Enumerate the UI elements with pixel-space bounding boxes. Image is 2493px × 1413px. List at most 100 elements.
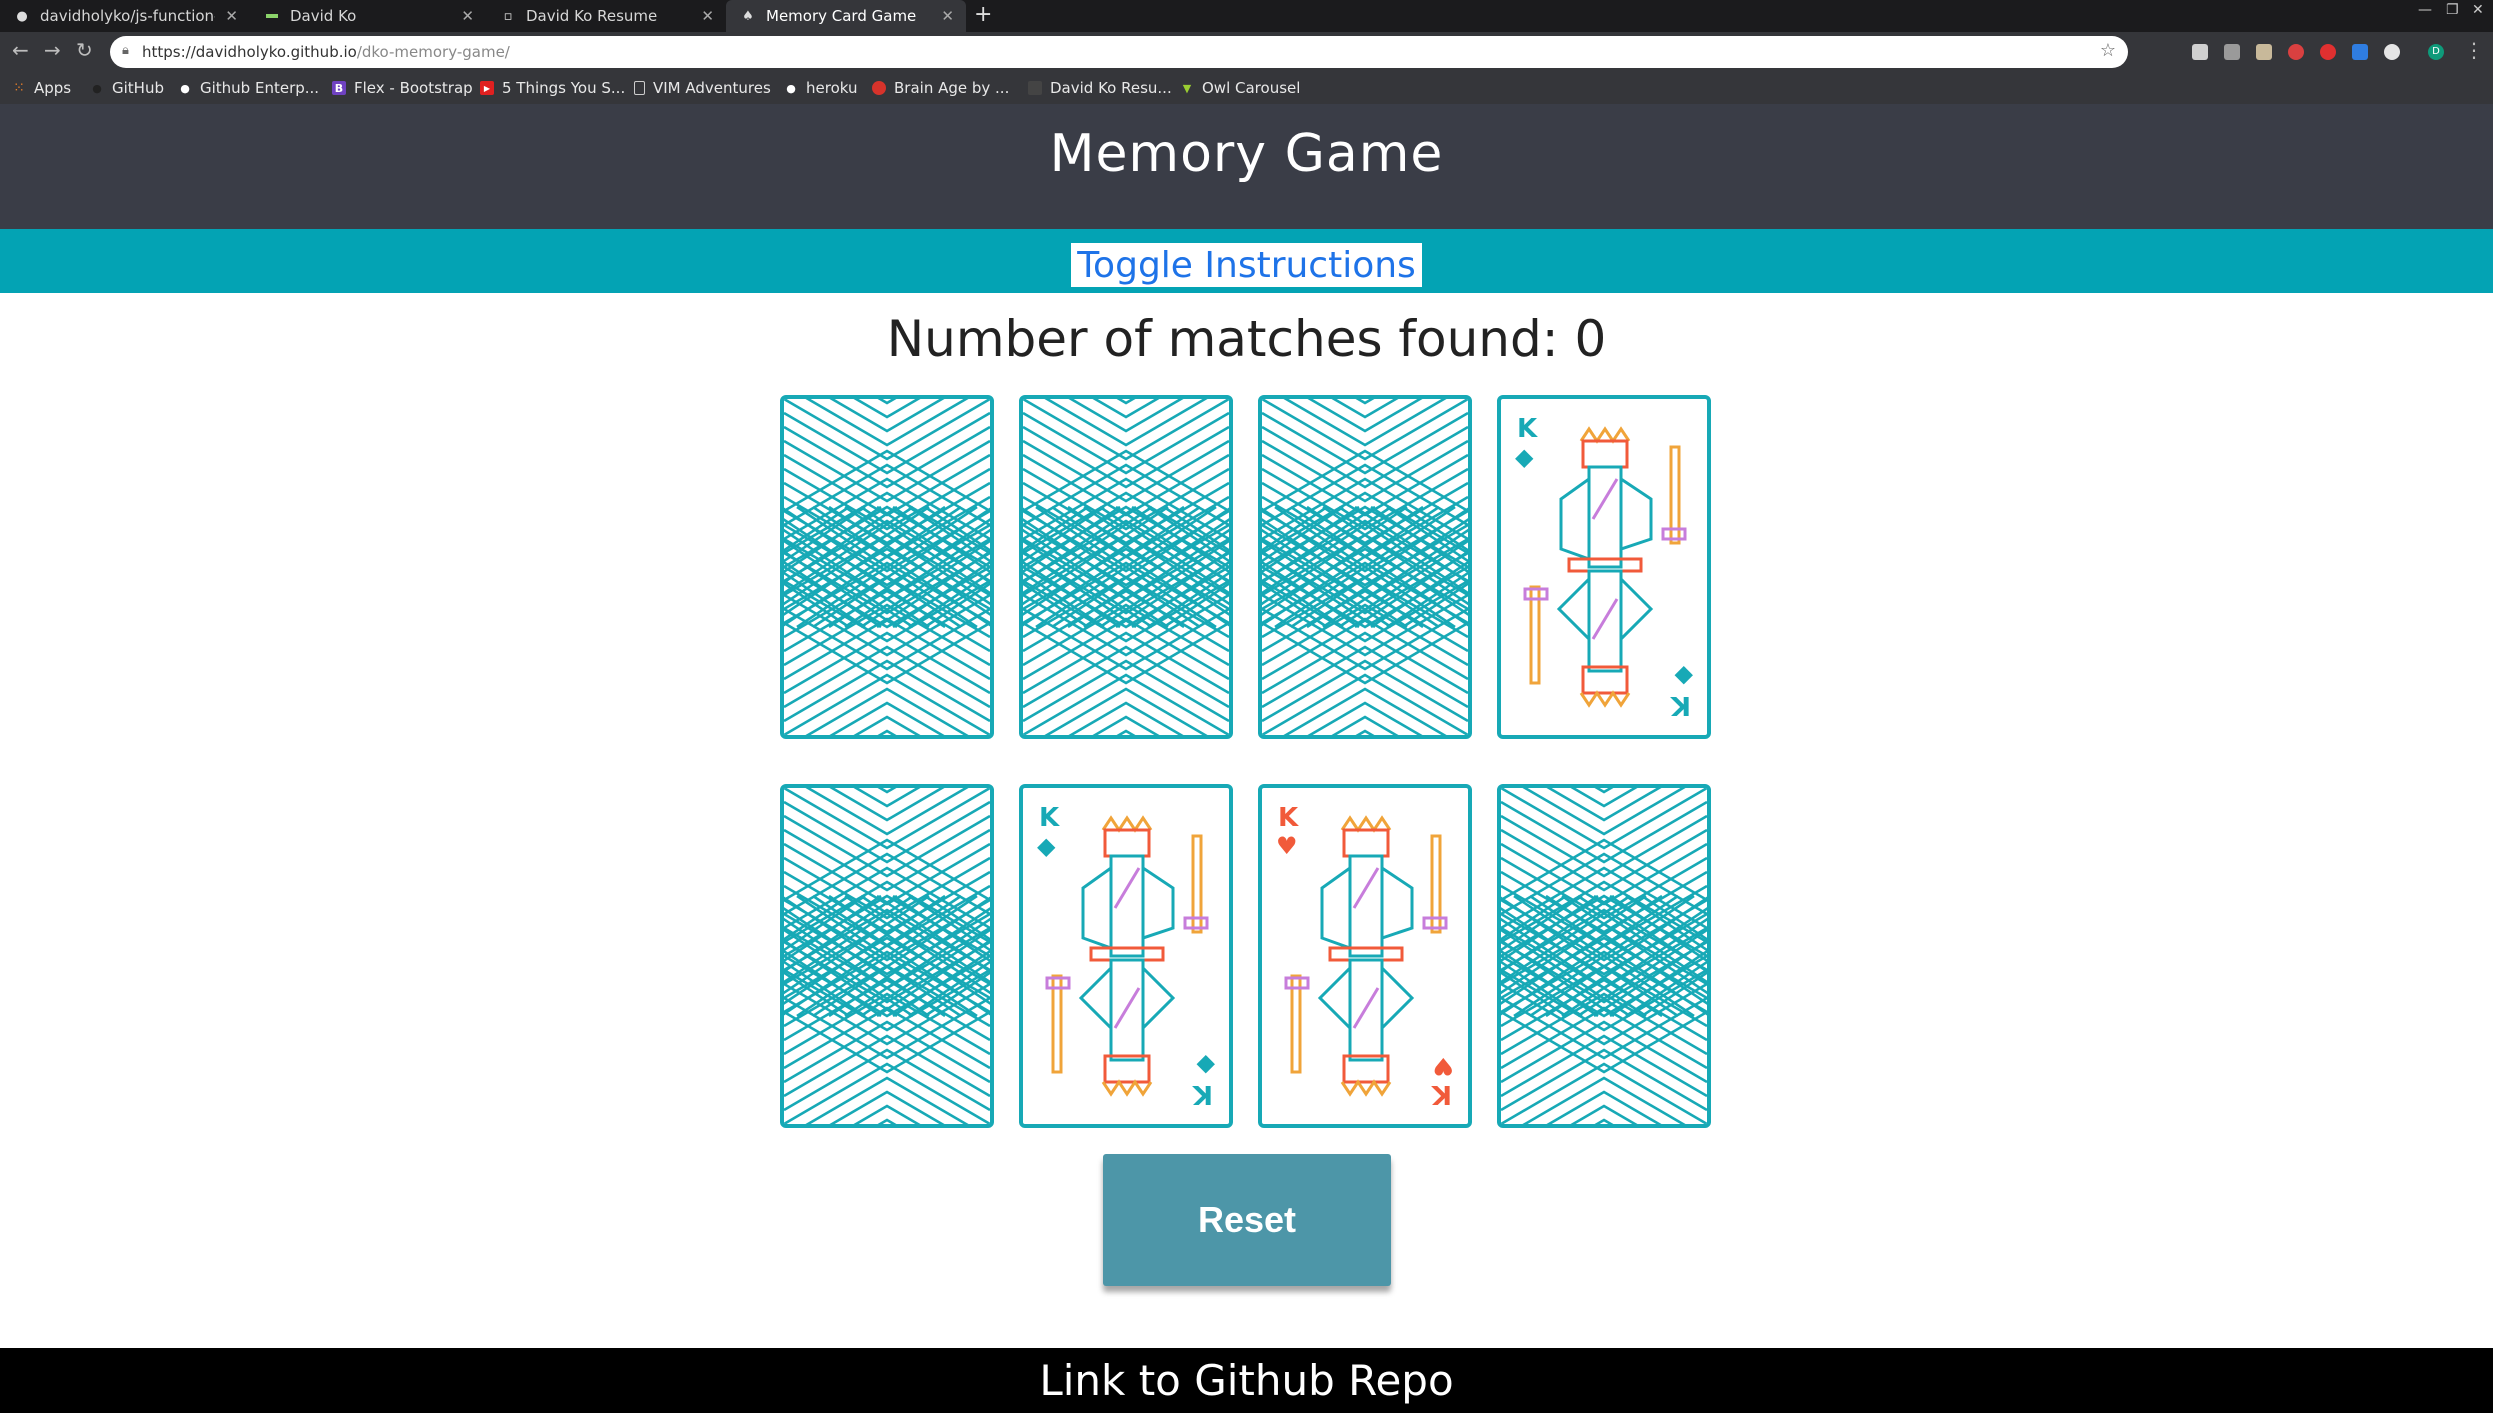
- card-back-art: [784, 788, 990, 1124]
- bookmark-label: Github Enterp...: [200, 79, 320, 97]
- heart-icon: ♥: [1432, 1052, 1454, 1080]
- card-back-pattern: [1501, 788, 1707, 1124]
- browser-tab-3[interactable]: ▫ David Ko Resume ✕: [486, 0, 726, 32]
- card-back-art: [1023, 399, 1229, 735]
- spade-icon: ♠: [742, 8, 754, 24]
- king-card-art: K◆K◆: [1037, 803, 1215, 1109]
- king-figure: [1523, 426, 1687, 708]
- minimize-icon[interactable]: —: [2418, 2, 2432, 18]
- close-tab-icon[interactable]: ✕: [701, 7, 714, 25]
- card-back-pattern: [1262, 399, 1468, 735]
- card-rank-top: K: [1517, 414, 1538, 444]
- page-icon: [634, 81, 645, 95]
- card-face-up[interactable]: K ◆ K ◆: [1497, 395, 1711, 739]
- card-face-down[interactable]: [1497, 784, 1711, 1128]
- bookmark-brain-age[interactable]: Brain Age by ...: [872, 72, 1009, 104]
- card-rank-top: K: [1278, 803, 1299, 833]
- diamond-icon: ◆: [1196, 1052, 1215, 1080]
- close-tab-icon[interactable]: ✕: [461, 7, 474, 25]
- dropbox-icon[interactable]: [2352, 44, 2368, 60]
- bookmark-label: Apps: [34, 79, 72, 97]
- lock-icon: 🔒︎: [122, 43, 129, 58]
- brain-icon: [872, 81, 886, 95]
- profile-avatar[interactable]: D: [2428, 44, 2444, 60]
- tab-title: David Ko Resume: [526, 7, 658, 25]
- restore-icon[interactable]: ❐: [2446, 2, 2459, 18]
- new-tab-icon[interactable]: +: [974, 2, 992, 27]
- close-tab-icon[interactable]: ✕: [941, 7, 954, 25]
- bookmark-label: heroku: [806, 79, 858, 97]
- toggle-instructions-button[interactable]: Toggle Instructions: [1071, 243, 1422, 287]
- github-icon: ●: [786, 81, 796, 95]
- bookmark-label: Flex - Bootstrap: [354, 79, 473, 97]
- page-header: Memory Game: [0, 104, 2493, 229]
- king-figure: [1284, 815, 1448, 1097]
- browser-toolbar: ← → ↻ 🔒︎ https://davidholyko.github.io/d…: [0, 32, 2493, 72]
- back-icon[interactable]: ←: [12, 38, 29, 62]
- bookmark-resume[interactable]: David Ko Resu...: [1028, 72, 1172, 104]
- extension-stop-icon[interactable]: [2320, 44, 2336, 60]
- apps-grid-icon: ⁙: [13, 80, 25, 96]
- owl-icon: ▼: [1182, 81, 1192, 95]
- extension-red-icon[interactable]: [2288, 44, 2304, 60]
- bookmark-heroku[interactable]: ● heroku: [784, 72, 857, 104]
- doc-icon: [1028, 81, 1042, 95]
- bookmark-apps[interactable]: ⁙ Apps: [12, 72, 71, 104]
- tab-title: David Ko: [290, 7, 357, 25]
- bookmark-star-icon[interactable]: ☆: [2100, 40, 2116, 61]
- card-back-pattern: [1023, 399, 1229, 735]
- card-face-up[interactable]: K ◆ K ◆: [1019, 784, 1233, 1128]
- diamond-icon: ◆: [1674, 663, 1693, 691]
- bookmark-5-things[interactable]: ▶ 5 Things You S...: [480, 72, 625, 104]
- browser-tab-1[interactable]: ● davidholyko/js-function-c ✕: [0, 0, 250, 32]
- browser-tab-2[interactable]: David Ko ✕: [250, 0, 486, 32]
- card-back-art: [1501, 788, 1707, 1124]
- extension-chat-icon[interactable]: [2192, 44, 2208, 60]
- bookmark-flex-bootstrap[interactable]: B Flex - Bootstrap: [332, 72, 473, 104]
- address-bar[interactable]: 🔒︎ https://davidholyko.github.io/dko-mem…: [110, 36, 2128, 68]
- card-face-down[interactable]: [780, 395, 994, 739]
- bookmark-label: 5 Things You S...: [502, 79, 626, 97]
- browser-tab-strip: ● davidholyko/js-function-c ✕ David Ko ✕…: [0, 0, 2493, 32]
- browser-tab-active[interactable]: ♠ Memory Card Game by Dk ✕: [726, 0, 966, 32]
- page-title: Memory Game: [1049, 124, 1444, 184]
- reset-button[interactable]: Reset: [1103, 1154, 1391, 1286]
- bookmark-github-enterprise[interactable]: ● Github Enterp...: [178, 72, 319, 104]
- menu-kebab-icon[interactable]: ⋮: [2464, 38, 2484, 62]
- close-tab-icon[interactable]: ✕: [225, 7, 238, 25]
- tab-title: Memory Card Game by Dk: [766, 7, 916, 25]
- url-text: https://davidholyko.github.io/dko-memory…: [142, 43, 510, 61]
- diamond-icon: ◆: [1037, 832, 1056, 860]
- doc-icon: ▫: [503, 8, 513, 24]
- king-card-art: K♥K♥: [1276, 803, 1454, 1109]
- bookmark-label: David Ko Resu...: [1050, 79, 1172, 97]
- github-icon: ●: [180, 81, 190, 95]
- extension-scroll-icon[interactable]: [2256, 44, 2272, 60]
- extension-circle-icon[interactable]: [2384, 44, 2400, 60]
- card-rank-top: K: [1039, 803, 1060, 833]
- bookmark-github[interactable]: ● GitHub: [90, 72, 164, 104]
- bookmark-vim-adventures[interactable]: VIM Adventures: [634, 72, 771, 104]
- card-face-down[interactable]: [1019, 395, 1233, 739]
- bookmark-owl-carousel[interactable]: ▼ Owl Carousel: [1180, 72, 1301, 104]
- github-icon: ●: [92, 81, 102, 95]
- card-face-down[interactable]: [1258, 395, 1472, 739]
- toggle-bar: Toggle Instructions: [0, 229, 2493, 293]
- github-icon: ●: [16, 8, 28, 24]
- tab-title: davidholyko/js-function-c: [40, 7, 215, 25]
- github-repo-link[interactable]: Link to Github Repo: [1039, 1356, 1453, 1405]
- card-rank-bottom: K: [1431, 1079, 1452, 1109]
- bookmark-label: Brain Age by ...: [894, 79, 1010, 97]
- close-window-icon[interactable]: ✕: [2472, 2, 2484, 18]
- card-back-art: [784, 399, 990, 735]
- forward-icon[interactable]: →: [44, 38, 61, 62]
- card-face-up[interactable]: K ♥ K ♥: [1258, 784, 1472, 1128]
- card-back-pattern: [784, 399, 990, 735]
- king-card-art: K◆K◆: [1515, 414, 1693, 720]
- reload-icon[interactable]: ↻: [76, 38, 93, 62]
- card-back-pattern: [784, 788, 990, 1124]
- bookmark-label: Owl Carousel: [1202, 79, 1301, 97]
- card-face-down[interactable]: [780, 784, 994, 1128]
- extension-card-icon[interactable]: [2224, 44, 2240, 60]
- footer: Link to Github Repo: [0, 1348, 2493, 1413]
